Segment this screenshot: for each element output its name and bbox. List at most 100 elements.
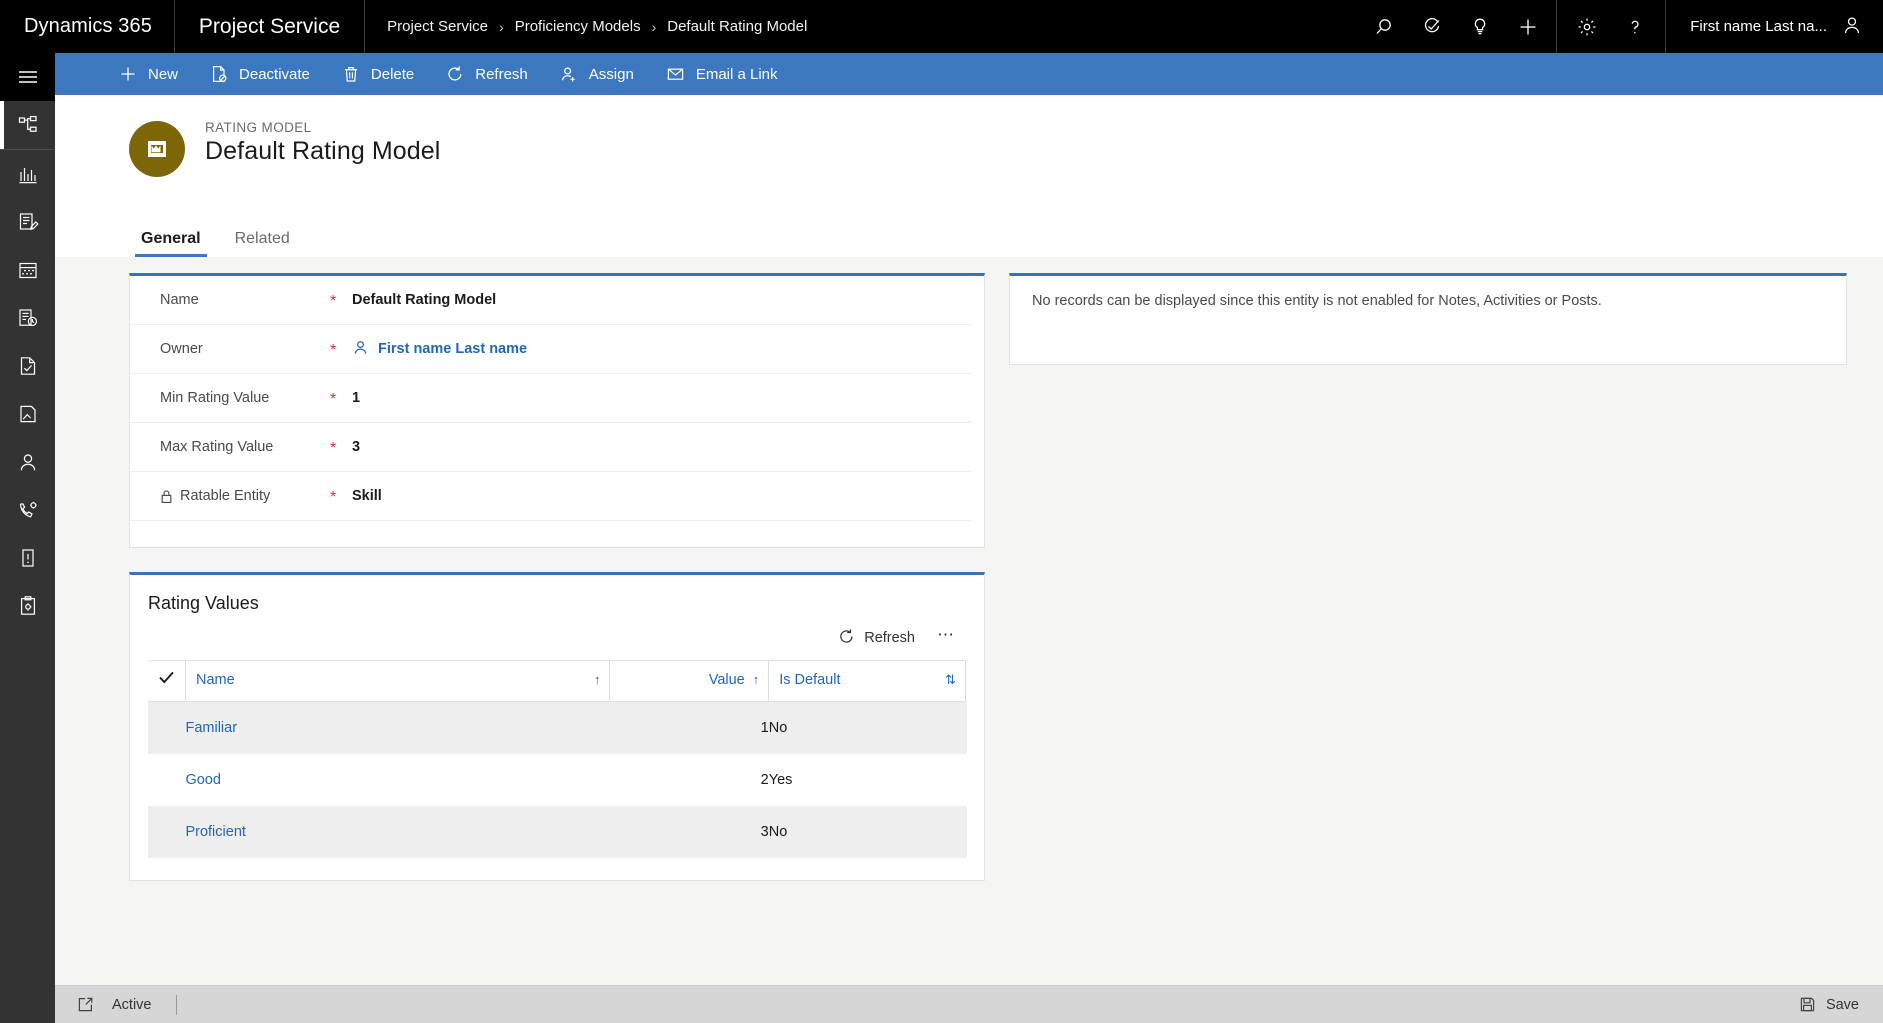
sidebar-item-settings[interactable]: [0, 582, 55, 630]
subgrid-overflow-button[interactable]: ⋯: [927, 625, 962, 651]
row-checkbox[interactable]: [148, 701, 186, 754]
cell-name[interactable]: Good: [185, 754, 609, 806]
table-body: Familiar 1 No Good 2 Yes Proficient 3 No: [148, 701, 966, 858]
save-icon: [1799, 996, 1816, 1013]
table-header-row: Name ↑ Value ↑ Is Default ⇅: [148, 660, 966, 702]
notes-panel: No records can be displayed since this e…: [1009, 273, 1847, 365]
refresh-icon: [838, 628, 855, 649]
sidebar-item-dashboard[interactable]: [0, 150, 55, 198]
subgrid-bottom-padding: [130, 858, 984, 880]
rating-values-subgrid: Rating Values Refresh ⋯ Name ↑ Value ↑ I…: [129, 572, 985, 881]
search-icon[interactable]: [1360, 0, 1408, 53]
field-value-ratable-entity: Skill: [352, 488, 382, 504]
sidebar-item-time-entries[interactable]: [0, 294, 55, 342]
status-badge: Active: [112, 996, 152, 1013]
column-header-spacer: [965, 660, 966, 702]
required-marker: *: [330, 489, 337, 506]
sidebar-item-resources[interactable]: [0, 438, 55, 486]
sidebar-item-sitemap[interactable]: [0, 101, 55, 149]
cell-name[interactable]: Familiar: [185, 701, 610, 754]
delete-button[interactable]: Delete: [326, 53, 430, 95]
popout-icon[interactable]: [77, 996, 94, 1013]
breadcrumb-item-2[interactable]: Default Rating Model: [667, 18, 807, 35]
column-header-value[interactable]: Value ↑: [609, 660, 769, 702]
owner-name-label: First name Last name: [378, 341, 528, 357]
field-value-owner[interactable]: First name Last name: [352, 339, 527, 360]
cell-name-link[interactable]: Proficient: [185, 824, 245, 840]
new-button-label: New: [148, 65, 179, 83]
tab-related[interactable]: Related: [221, 230, 304, 257]
person-icon: [352, 339, 369, 360]
new-button[interactable]: New: [103, 53, 194, 95]
field-value-max-rating-value[interactable]: 3: [352, 439, 360, 455]
refresh-button-label: Refresh: [475, 65, 528, 83]
deactivate-button[interactable]: Deactivate: [194, 53, 326, 95]
subgrid-refresh-button[interactable]: Refresh: [830, 628, 923, 649]
footer-divider: [175, 994, 177, 1015]
email-a-link-button[interactable]: Email a Link: [650, 53, 794, 95]
column-header-is-default[interactable]: Is Default ⇅: [768, 660, 966, 702]
field-value-name[interactable]: Default Rating Model: [352, 292, 496, 308]
cell-spacer: [965, 701, 966, 754]
cell-name-link[interactable]: Good: [185, 772, 220, 788]
sidebar-item-calendar[interactable]: [0, 246, 55, 294]
sidebar-item-service-configuration[interactable]: [0, 486, 55, 534]
tab-general-label: General: [141, 230, 201, 247]
entity-type-label: RATING MODEL: [205, 120, 312, 135]
general-section: Name * Default Rating Model Owner * Firs…: [129, 273, 985, 548]
column-header-name[interactable]: Name ↑: [184, 660, 610, 702]
sidebar-item-projects[interactable]: [0, 390, 55, 438]
field-label-owner: Owner: [160, 341, 203, 357]
app-name-label[interactable]: Project Service: [175, 0, 366, 53]
field-label-ratable-entity-text: Ratable Entity: [180, 488, 271, 504]
app-root: Dynamics 365 Project Service Project Ser…: [0, 0, 1883, 1023]
app-body: New Deactivate Delete Refresh Assign Ema…: [0, 53, 1883, 985]
gear-icon[interactable]: [1563, 0, 1611, 53]
required-marker: *: [330, 293, 337, 310]
required-marker: *: [330, 342, 337, 359]
sidebar-item-alerts[interactable]: [0, 534, 55, 582]
breadcrumb-item-1[interactable]: Proficiency Models: [515, 18, 641, 35]
cell-name[interactable]: Proficient: [185, 805, 610, 858]
diagnostics-icon[interactable]: [1408, 0, 1456, 53]
footer-rail-spacer: [0, 985, 55, 1023]
field-row-ratable-entity: Ratable Entity * Skill: [130, 472, 972, 521]
sidebar-item-notes[interactable]: [0, 198, 55, 246]
cell-name-link[interactable]: Familiar: [185, 720, 237, 736]
cell-spacer: [965, 805, 966, 858]
deactivate-button-label: Deactivate: [239, 65, 310, 83]
breadcrumb-item-0[interactable]: Project Service: [387, 18, 488, 35]
save-button-label: Save: [1825, 996, 1859, 1013]
field-label-name: Name: [160, 292, 199, 308]
refresh-button[interactable]: Refresh: [430, 53, 544, 95]
hamburger-menu-icon[interactable]: [0, 53, 55, 101]
tab-related-label: Related: [234, 230, 290, 247]
table-row[interactable]: Familiar 1 No: [148, 701, 966, 754]
tab-general[interactable]: General: [127, 230, 215, 257]
table-row[interactable]: Good 2 Yes: [148, 754, 966, 806]
row-checkbox[interactable]: [148, 754, 185, 806]
field-label-ratable-entity: Ratable Entity: [160, 488, 330, 504]
plus-icon[interactable]: [1504, 0, 1552, 53]
lightbulb-icon[interactable]: [1456, 0, 1504, 53]
column-header-is-default-label: Is Default: [779, 671, 841, 688]
user-menu[interactable]: First name Last na...: [1666, 14, 1883, 40]
field-row-name: Name * Default Rating Model: [130, 276, 972, 325]
field-value-min-rating-value[interactable]: 1: [352, 390, 360, 406]
sidebar-item-approvals[interactable]: [0, 342, 55, 390]
sort-ascending-icon: ↑: [593, 672, 601, 687]
trash-icon: [342, 65, 360, 83]
assign-button-label: Assign: [588, 65, 634, 83]
subgrid-toolbar: Refresh ⋯: [130, 614, 984, 660]
table-header: Name ↑ Value ↑ Is Default ⇅: [148, 660, 966, 702]
help-icon[interactable]: [1611, 0, 1659, 53]
user-name-label: First name Last na...: [1690, 18, 1827, 35]
form-right-column: No records can be displayed since this e…: [985, 273, 1883, 985]
field-row-min-rating-value: Min Rating Value * 1: [130, 374, 972, 423]
save-button[interactable]: Save: [1799, 996, 1883, 1013]
select-all-checkbox[interactable]: [148, 660, 186, 702]
brand-label[interactable]: Dynamics 365: [0, 0, 175, 53]
assign-button[interactable]: Assign: [544, 53, 650, 95]
table-row[interactable]: Proficient 3 No: [148, 805, 966, 858]
row-checkbox[interactable]: [148, 805, 186, 858]
